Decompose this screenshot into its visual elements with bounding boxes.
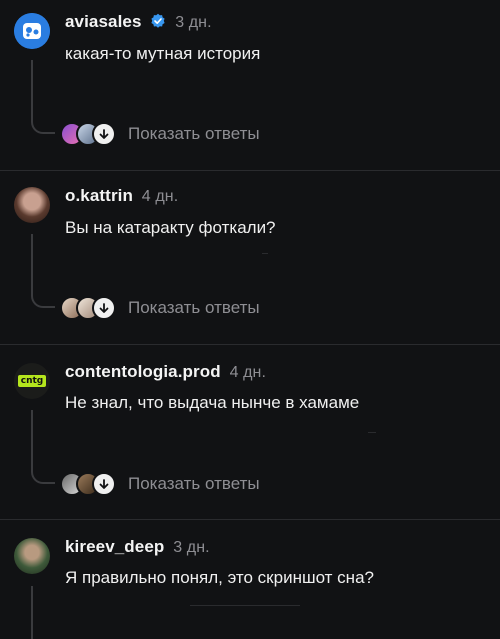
username-label[interactable]: aviasales	[65, 12, 142, 31]
arrow-down-icon	[99, 303, 109, 313]
username[interactable]: o.kattrin 4 дн.	[65, 186, 178, 206]
username-label[interactable]: o.kattrin	[65, 186, 133, 205]
comment-time: 3 дн.	[173, 539, 210, 556]
comment-text: Вы на катаракту фоткали?	[65, 218, 276, 237]
show-replies-link[interactable]: Показать ответы	[128, 124, 260, 144]
thread-line	[31, 586, 33, 639]
comment-text: Я правильно понял, это скриншот сна?	[65, 568, 374, 587]
divider	[0, 519, 500, 520]
thread-line	[31, 410, 33, 470]
comment-time: 4 дн.	[229, 364, 267, 381]
username-label[interactable]: contentologia.prod	[65, 362, 221, 381]
avatar[interactable]: cntg	[14, 363, 50, 399]
thread-line-curve	[31, 292, 55, 308]
expand-replies-button[interactable]	[92, 296, 116, 320]
faint-line	[190, 605, 300, 606]
verified-badge-icon	[151, 13, 165, 28]
comment-time: 3 дн.	[175, 14, 212, 31]
show-replies-row[interactable]: Показать ответы	[60, 122, 260, 146]
username[interactable]: kireev_deep 3 дн.	[65, 537, 210, 557]
faint-line	[262, 253, 268, 254]
comment-text: какая-то мутная история	[65, 44, 261, 63]
username-label[interactable]: kireev_deep	[65, 537, 164, 556]
expand-replies-button[interactable]	[92, 472, 116, 496]
thread-line	[31, 60, 33, 120]
thread-line-curve	[31, 468, 55, 484]
username[interactable]: contentologia.prod 4 дн.	[65, 362, 266, 382]
thread-line	[31, 234, 33, 294]
show-replies-row[interactable]: Показать ответы	[60, 472, 260, 496]
arrow-down-icon	[99, 129, 109, 139]
show-replies-link[interactable]: Показать ответы	[128, 474, 260, 494]
avatar-logo-text: cntg	[17, 375, 47, 387]
aviasales-logo-icon	[14, 13, 50, 49]
divider	[0, 170, 500, 171]
faint-line	[368, 432, 376, 433]
username[interactable]: aviasales 3 дн.	[65, 12, 212, 32]
avatar[interactable]	[14, 187, 50, 223]
show-replies-row[interactable]: Показать ответы	[60, 296, 260, 320]
expand-replies-button[interactable]	[92, 122, 116, 146]
comment-time: 4 дн.	[141, 188, 179, 205]
divider	[0, 344, 500, 345]
comment-text: Не знал, что выдача нынче в хамаме	[65, 393, 360, 412]
show-replies-link[interactable]: Показать ответы	[128, 298, 260, 318]
arrow-down-icon	[99, 479, 109, 489]
thread-line-curve	[31, 118, 55, 134]
avatar[interactable]	[14, 13, 50, 49]
avatar[interactable]	[14, 538, 50, 574]
